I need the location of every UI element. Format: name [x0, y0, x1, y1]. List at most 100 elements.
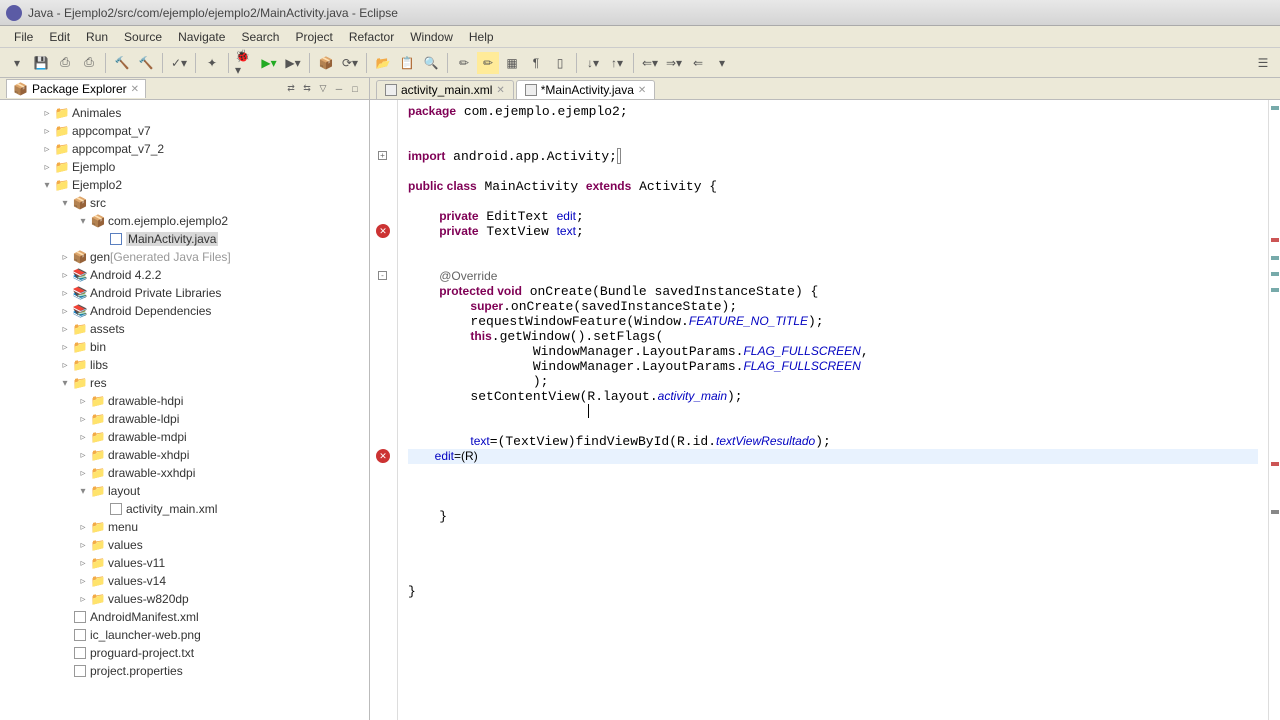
menu-project[interactable]: Project: [287, 28, 340, 46]
menu-source[interactable]: Source: [116, 28, 170, 46]
menu-edit[interactable]: Edit: [41, 28, 78, 46]
tree-node[interactable]: activity_main.xml: [0, 500, 369, 518]
tree-node[interactable]: ▹📁drawable-ldpi: [0, 410, 369, 428]
fold-icon[interactable]: -: [378, 271, 387, 280]
tree-node[interactable]: ▹📁drawable-hdpi: [0, 392, 369, 410]
tree-node[interactable]: ▾📁layout: [0, 482, 369, 500]
tree-twisty-icon[interactable]: ▹: [40, 144, 54, 155]
tree-twisty-icon[interactable]: ▹: [76, 522, 90, 533]
menu-search[interactable]: Search: [233, 28, 287, 46]
new-package-button[interactable]: 📦: [315, 52, 337, 74]
menu-refactor[interactable]: Refactor: [341, 28, 402, 46]
minimize-button[interactable]: ─: [332, 82, 346, 96]
tree-node[interactable]: ▹📁drawable-xxhdpi: [0, 464, 369, 482]
last-edit-button[interactable]: ⇐: [687, 52, 709, 74]
editor-tab[interactable]: *MainActivity.java✕: [516, 80, 656, 99]
save-all-button[interactable]: ⎙: [54, 52, 76, 74]
tree-twisty-icon[interactable]: ▹: [76, 540, 90, 551]
tree-node[interactable]: ▹📁assets: [0, 320, 369, 338]
close-tab-icon[interactable]: ✕: [638, 85, 646, 96]
tree-node[interactable]: MainActivity.java: [0, 230, 369, 248]
toggle-highlight-button[interactable]: ✏: [477, 52, 499, 74]
tree-node[interactable]: ic_launcher-web.png: [0, 626, 369, 644]
build-all-button[interactable]: 🔨: [135, 52, 157, 74]
error-marker-icon[interactable]: ✕: [376, 224, 390, 238]
tree-node[interactable]: ▹📁drawable-mdpi: [0, 428, 369, 446]
menu-window[interactable]: Window: [402, 28, 461, 46]
toggle-block-button[interactable]: ▦: [501, 52, 523, 74]
close-icon[interactable]: ✕: [131, 84, 139, 95]
tree-node[interactable]: ▹📁values-v11: [0, 554, 369, 572]
save-button[interactable]: 💾: [30, 52, 52, 74]
search-button[interactable]: 🔍: [420, 52, 442, 74]
tree-twisty-icon[interactable]: ▹: [58, 342, 72, 353]
fold-icon[interactable]: +: [378, 151, 387, 160]
forward-button[interactable]: ⇒▾: [663, 52, 685, 74]
project-tree[interactable]: ▹📁Animales▹📁appcompat_v7▹📁appcompat_v7_2…: [0, 100, 369, 720]
build-button[interactable]: 🔨: [111, 52, 133, 74]
tree-twisty-icon[interactable]: ▾: [58, 378, 72, 389]
collapse-all-button[interactable]: ⇄: [284, 82, 298, 96]
tree-twisty-icon[interactable]: ▹: [40, 126, 54, 137]
tree-twisty-icon[interactable]: ▹: [76, 432, 90, 443]
tree-node[interactable]: ▹📁menu: [0, 518, 369, 536]
tree-twisty-icon[interactable]: ▹: [76, 594, 90, 605]
tree-twisty-icon[interactable]: ▹: [58, 252, 72, 263]
tree-node[interactable]: ▾📦com.ejemplo.ejemplo2: [0, 212, 369, 230]
tree-twisty-icon[interactable]: ▾: [58, 198, 72, 209]
tree-twisty-icon[interactable]: ▹: [40, 108, 54, 119]
editor-tab[interactable]: activity_main.xml✕: [376, 80, 514, 99]
tree-twisty-icon[interactable]: ▹: [58, 360, 72, 371]
tree-node[interactable]: ▹📁values-v14: [0, 572, 369, 590]
prev-annotation-button[interactable]: ↑▾: [606, 52, 628, 74]
open-type-button[interactable]: 📂: [372, 52, 394, 74]
tree-node[interactable]: ▹📁values-w820dp: [0, 590, 369, 608]
back-button[interactable]: ⇐▾: [639, 52, 661, 74]
tree-node[interactable]: AndroidManifest.xml: [0, 608, 369, 626]
maximize-button[interactable]: □: [348, 82, 362, 96]
tree-twisty-icon[interactable]: ▾: [40, 180, 54, 191]
menu-help[interactable]: Help: [461, 28, 502, 46]
tree-twisty-icon[interactable]: ▾: [76, 486, 90, 497]
tree-node[interactable]: ▹📁drawable-xhdpi: [0, 446, 369, 464]
check-button[interactable]: ✓▾: [168, 52, 190, 74]
tree-twisty-icon[interactable]: ▹: [76, 468, 90, 479]
open-task-button[interactable]: 📋: [396, 52, 418, 74]
error-marker-icon[interactable]: ✕: [376, 449, 390, 463]
close-tab-icon[interactable]: ✕: [496, 85, 504, 96]
link-editor-button[interactable]: ⇆: [300, 82, 314, 96]
editor-gutter[interactable]: + ✕ - ✕: [370, 100, 398, 720]
tree-node[interactable]: ▾📦src: [0, 194, 369, 212]
tree-twisty-icon[interactable]: ▹: [58, 288, 72, 299]
tree-twisty-icon[interactable]: ▹: [40, 162, 54, 173]
tree-node[interactable]: ▾📁Ejemplo2: [0, 176, 369, 194]
tree-twisty-icon[interactable]: ▹: [76, 396, 90, 407]
tree-node[interactable]: ▾📁res: [0, 374, 369, 392]
tree-node[interactable]: ▹📁Animales: [0, 104, 369, 122]
toggle-mark-button[interactable]: ✏: [453, 52, 475, 74]
run-last-button[interactable]: ▶▾: [282, 52, 304, 74]
tree-node[interactable]: ▹📁libs: [0, 356, 369, 374]
next-edit-button[interactable]: ▾: [711, 52, 733, 74]
view-menu-button[interactable]: ▽: [316, 82, 330, 96]
menu-run[interactable]: Run: [78, 28, 116, 46]
tree-node[interactable]: proguard-project.txt: [0, 644, 369, 662]
tree-twisty-icon[interactable]: ▹: [76, 414, 90, 425]
run-button[interactable]: ▶▾: [258, 52, 280, 74]
tree-twisty-icon[interactable]: ▾: [76, 216, 90, 227]
tree-twisty-icon[interactable]: ▹: [58, 270, 72, 281]
perspective-button[interactable]: ☰: [1252, 52, 1274, 74]
tree-twisty-icon[interactable]: ▹: [76, 576, 90, 587]
tree-twisty-icon[interactable]: ▹: [76, 450, 90, 461]
new-wizard-button[interactable]: ✦: [201, 52, 223, 74]
tree-node[interactable]: ▹📁values: [0, 536, 369, 554]
code-editor[interactable]: package com.ejemplo.ejemplo2; import and…: [398, 100, 1268, 720]
menu-file[interactable]: File: [6, 28, 41, 46]
tree-twisty-icon[interactable]: ▹: [76, 558, 90, 569]
tree-node[interactable]: ▹📚Android Dependencies: [0, 302, 369, 320]
tree-node[interactable]: ▹📁appcompat_v7_2: [0, 140, 369, 158]
refresh-button[interactable]: ⟳▾: [339, 52, 361, 74]
debug-button[interactable]: 🐞▾: [234, 52, 256, 74]
tree-node[interactable]: ▹📁Ejemplo: [0, 158, 369, 176]
show-whitespace-button[interactable]: ¶: [525, 52, 547, 74]
